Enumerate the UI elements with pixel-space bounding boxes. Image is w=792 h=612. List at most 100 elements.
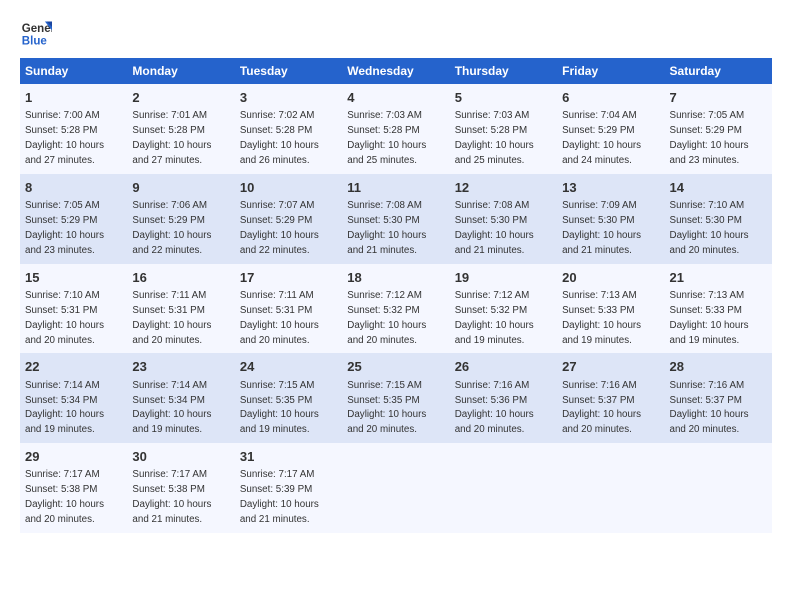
day-number: 12 <box>455 179 552 197</box>
week-row-5: 29Sunrise: 7:17 AMSunset: 5:38 PMDayligh… <box>20 443 772 533</box>
header-sunday: Sunday <box>20 58 127 84</box>
day-number: 30 <box>132 448 229 466</box>
day-info: Sunrise: 7:03 AMSunset: 5:28 PMDaylight:… <box>455 110 534 166</box>
header-wednesday: Wednesday <box>342 58 449 84</box>
day-number: 15 <box>25 269 122 287</box>
day-cell: 5 Sunrise: 7:03 AMSunset: 5:28 PMDaylight… <box>450 84 557 174</box>
week-row-3: 15 Sunrise: 7:10 AMSunset: 5:31 PMDayligh… <box>20 264 772 354</box>
day-number: 26 <box>455 358 552 376</box>
day-cell: 30Sunrise: 7:17 AMSunset: 5:38 PMDayligh… <box>127 443 234 533</box>
day-cell: 27 Sunrise: 7:16 AMSunset: 5:37 PMDayligh… <box>557 353 664 443</box>
day-cell: 17 Sunrise: 7:11 AMSunset: 5:31 PMDayligh… <box>235 264 342 354</box>
day-info: Sunrise: 7:05 AMSunset: 5:29 PMDaylight:… <box>670 110 749 166</box>
day-info: Sunrise: 7:17 AMSunset: 5:39 PMDaylight:… <box>240 469 319 525</box>
header-friday: Friday <box>557 58 664 84</box>
day-cell: 18Sunrise: 7:12 AMSunset: 5:32 PMDayligh… <box>342 264 449 354</box>
day-cell: 3 Sunrise: 7:02 AMSunset: 5:28 PMDaylight… <box>235 84 342 174</box>
day-cell: 20Sunrise: 7:13 AMSunset: 5:33 PMDayligh… <box>557 264 664 354</box>
header-monday: Monday <box>127 58 234 84</box>
day-cell <box>342 443 449 533</box>
day-cell <box>557 443 664 533</box>
day-cell: 16 Sunrise: 7:11 AMSunset: 5:31 PMDayligh… <box>127 264 234 354</box>
day-info: Sunrise: 7:02 AMSunset: 5:28 PMDaylight:… <box>240 110 319 166</box>
day-cell: 13 Sunrise: 7:09 AMSunset: 5:30 PMDayligh… <box>557 174 664 264</box>
day-cell: 2Sunrise: 7:01 AMSunset: 5:28 PMDaylight… <box>127 84 234 174</box>
day-number: 14 <box>670 179 767 197</box>
day-number: 17 <box>240 269 337 287</box>
day-info: Sunrise: 7:06 AMSunset: 5:29 PMDaylight:… <box>132 200 211 256</box>
day-cell: 14 Sunrise: 7:10 AMSunset: 5:30 PMDayligh… <box>665 174 772 264</box>
day-number: 25 <box>347 358 444 376</box>
day-info: Sunrise: 7:16 AMSunset: 5:37 PMDaylight:… <box>562 380 641 436</box>
day-cell: 24 Sunrise: 7:15 AMSunset: 5:35 PMDayligh… <box>235 353 342 443</box>
header-row: General Blue <box>20 18 772 50</box>
day-cell: 11 Sunrise: 7:08 AMSunset: 5:30 PMDayligh… <box>342 174 449 264</box>
day-cell: 25Sunrise: 7:15 AMSunset: 5:35 PMDayligh… <box>342 353 449 443</box>
day-number: 13 <box>562 179 659 197</box>
day-info: Sunrise: 7:08 AMSunset: 5:30 PMDaylight:… <box>347 200 426 256</box>
day-info: Sunrise: 7:12 AMSunset: 5:32 PMDaylight:… <box>455 290 534 346</box>
day-cell: 29Sunrise: 7:17 AMSunset: 5:38 PMDayligh… <box>20 443 127 533</box>
day-number: 8 <box>25 179 122 197</box>
week-row-2: 8 Sunrise: 7:05 AMSunset: 5:29 PMDaylight… <box>20 174 772 264</box>
day-number: 24 <box>240 358 337 376</box>
day-number: 31 <box>240 448 337 466</box>
day-info: Sunrise: 7:10 AMSunset: 5:31 PMDaylight:… <box>25 290 104 346</box>
day-number: 27 <box>562 358 659 376</box>
day-number: 23 <box>132 358 229 376</box>
header-saturday: Saturday <box>665 58 772 84</box>
day-info: Sunrise: 7:16 AMSunset: 5:36 PMDaylight:… <box>455 380 534 436</box>
day-number: 28 <box>670 358 767 376</box>
day-cell: 1Sunrise: 7:00 AMSunset: 5:28 PMDaylight… <box>20 84 127 174</box>
day-info: Sunrise: 7:04 AMSunset: 5:29 PMDaylight:… <box>562 110 641 166</box>
logo: General Blue <box>20 18 56 50</box>
day-number: 4 <box>347 89 444 107</box>
day-cell: 31 Sunrise: 7:17 AMSunset: 5:39 PMDayligh… <box>235 443 342 533</box>
day-number: 7 <box>670 89 767 107</box>
day-number: 5 <box>455 89 552 107</box>
day-info: Sunrise: 7:10 AMSunset: 5:30 PMDaylight:… <box>670 200 749 256</box>
day-info: Sunrise: 7:08 AMSunset: 5:30 PMDaylight:… <box>455 200 534 256</box>
day-cell <box>665 443 772 533</box>
day-info: Sunrise: 7:13 AMSunset: 5:33 PMDaylight:… <box>670 290 749 346</box>
day-number: 10 <box>240 179 337 197</box>
day-cell: 9Sunrise: 7:06 AMSunset: 5:29 PMDaylight… <box>127 174 234 264</box>
calendar-table: SundayMondayTuesdayWednesdayThursdayFrid… <box>20 58 772 533</box>
header-row-days: SundayMondayTuesdayWednesdayThursdayFrid… <box>20 58 772 84</box>
day-info: Sunrise: 7:14 AMSunset: 5:34 PMDaylight:… <box>25 380 104 436</box>
day-number: 6 <box>562 89 659 107</box>
day-number: 11 <box>347 179 444 197</box>
day-info: Sunrise: 7:16 AMSunset: 5:37 PMDaylight:… <box>670 380 749 436</box>
day-info: Sunrise: 7:03 AMSunset: 5:28 PMDaylight:… <box>347 110 426 166</box>
day-cell: 4 Sunrise: 7:03 AMSunset: 5:28 PMDaylight… <box>342 84 449 174</box>
header-tuesday: Tuesday <box>235 58 342 84</box>
day-cell: 12 Sunrise: 7:08 AMSunset: 5:30 PMDayligh… <box>450 174 557 264</box>
day-cell: 8 Sunrise: 7:05 AMSunset: 5:29 PMDaylight… <box>20 174 127 264</box>
day-info: Sunrise: 7:09 AMSunset: 5:30 PMDaylight:… <box>562 200 641 256</box>
day-cell: 10Sunrise: 7:07 AMSunset: 5:29 PMDayligh… <box>235 174 342 264</box>
logo-icon: General Blue <box>20 18 52 50</box>
svg-text:General: General <box>22 23 52 35</box>
day-cell: 28 Sunrise: 7:16 AMSunset: 5:37 PMDayligh… <box>665 353 772 443</box>
day-cell: 7 Sunrise: 7:05 AMSunset: 5:29 PMDaylight… <box>665 84 772 174</box>
day-info: Sunrise: 7:14 AMSunset: 5:34 PMDaylight:… <box>132 380 211 436</box>
day-info: Sunrise: 7:17 AMSunset: 5:38 PMDaylight:… <box>25 469 104 525</box>
day-info: Sunrise: 7:01 AMSunset: 5:28 PMDaylight:… <box>132 110 211 166</box>
day-number: 20 <box>562 269 659 287</box>
day-number: 16 <box>132 269 229 287</box>
day-info: Sunrise: 7:11 AMSunset: 5:31 PMDaylight:… <box>240 290 319 346</box>
day-info: Sunrise: 7:05 AMSunset: 5:29 PMDaylight:… <box>25 200 104 256</box>
day-info: Sunrise: 7:15 AMSunset: 5:35 PMDaylight:… <box>240 380 319 436</box>
day-cell: 19 Sunrise: 7:12 AMSunset: 5:32 PMDayligh… <box>450 264 557 354</box>
day-number: 19 <box>455 269 552 287</box>
day-number: 21 <box>670 269 767 287</box>
day-info: Sunrise: 7:11 AMSunset: 5:31 PMDaylight:… <box>132 290 211 346</box>
day-cell: 22 Sunrise: 7:14 AMSunset: 5:34 PMDayligh… <box>20 353 127 443</box>
day-number: 22 <box>25 358 122 376</box>
day-number: 1 <box>25 89 122 107</box>
header-thursday: Thursday <box>450 58 557 84</box>
day-info: Sunrise: 7:12 AMSunset: 5:32 PMDaylight:… <box>347 290 426 346</box>
day-cell: 21 Sunrise: 7:13 AMSunset: 5:33 PMDayligh… <box>665 264 772 354</box>
day-number: 3 <box>240 89 337 107</box>
week-row-1: 1Sunrise: 7:00 AMSunset: 5:28 PMDaylight… <box>20 84 772 174</box>
